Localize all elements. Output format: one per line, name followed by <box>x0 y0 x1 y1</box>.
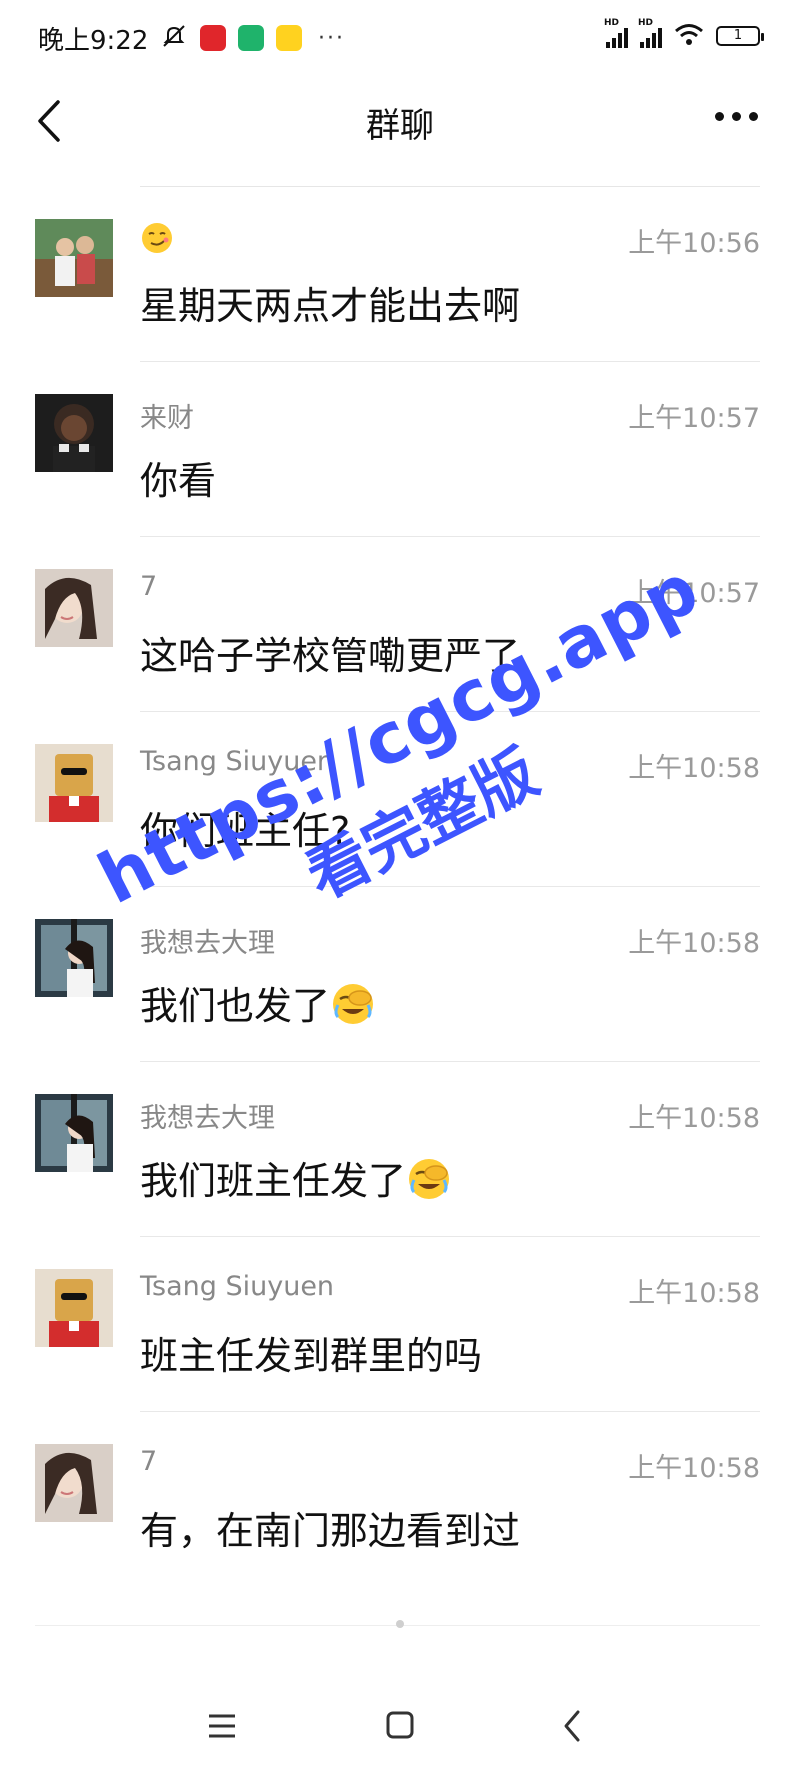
message-item[interactable]: 7 上午10:58 有，在南门那边看到过 <box>0 1412 800 1587</box>
avatar[interactable] <box>35 569 113 647</box>
message-time: 上午10:58 <box>628 928 760 959</box>
avatar[interactable] <box>35 1444 113 1522</box>
message-text: 星期天两点才能出去啊 <box>140 284 521 328</box>
message-time: 上午10:58 <box>628 1453 760 1484</box>
message-list[interactable]: 上午10:56 星期天两点才能出去啊 来财 上午10:57 你看 7 上午10:… <box>0 187 800 1587</box>
smirk-emoji-icon <box>140 221 174 262</box>
sender-name: 我想去大理 <box>140 1103 275 1134</box>
message-time: 上午10:57 <box>628 403 760 434</box>
wifi-icon <box>674 22 704 50</box>
message-text-body: 我们也发了 <box>140 984 331 1028</box>
more-notifications-icon: ··· <box>318 25 345 51</box>
home-icon[interactable] <box>375 1704 425 1748</box>
status-system-icons: HD HD 1 <box>604 18 764 50</box>
sender-name: 7 <box>140 1446 158 1477</box>
message-item[interactable]: Tsang Siuyuen 上午10:58 你们班主任? <box>0 712 800 887</box>
chat-title: 群聊 <box>366 106 434 146</box>
sender-name: Tsang Siuyuen <box>140 1271 335 1302</box>
message-text: 班主任发到群里的吗 <box>140 1334 483 1378</box>
message-time: 上午10:58 <box>628 753 760 784</box>
taobao-app-icon <box>200 25 226 51</box>
chat-header: 群聊 <box>0 72 800 172</box>
scroll-indicator <box>396 1620 404 1628</box>
facepalm-laugh-emoji-icon <box>406 1156 452 1211</box>
battery-icon: 1 <box>716 26 764 46</box>
avatar[interactable] <box>35 394 113 472</box>
message-time: 上午10:58 <box>628 1278 760 1309</box>
message-item[interactable]: Tsang Siuyuen 上午10:58 班主任发到群里的吗 <box>0 1237 800 1412</box>
message-text: 我们班主任发了 <box>140 1150 452 1211</box>
message-time: 上午10:57 <box>628 578 760 609</box>
message-item[interactable]: 上午10:56 星期天两点才能出去啊 <box>0 187 800 362</box>
signal-icon: HD <box>604 18 628 48</box>
message-text: 这哈子学校管嘞更严了 <box>140 634 521 678</box>
message-time: 上午10:58 <box>628 1103 760 1134</box>
sender-name: 7 <box>140 571 158 602</box>
signal-icon-2: HD <box>638 18 662 48</box>
menu-icon[interactable] <box>197 1704 247 1748</box>
avatar[interactable] <box>35 219 113 297</box>
avatar[interactable] <box>35 1269 113 1347</box>
message-text: 有，在南门那边看到过 <box>140 1509 521 1553</box>
avatar[interactable] <box>35 744 113 822</box>
message-text: 你们班主任? <box>140 809 351 853</box>
status-time: 晚上9:22 <box>38 26 149 56</box>
mute-icon <box>160 22 188 54</box>
message-item[interactable]: 7 上午10:57 这哈子学校管嘞更严了 <box>0 537 800 712</box>
status-bar: 晚上9:22 ··· HD HD 1 <box>0 0 800 72</box>
message-item[interactable]: 我想去大理 上午10:58 我们班主任发了 <box>0 1062 800 1237</box>
avatar[interactable] <box>35 1094 113 1172</box>
message-time: 上午10:56 <box>628 228 760 259</box>
message-item[interactable]: 来财 上午10:57 你看 <box>0 362 800 537</box>
sender-name <box>140 221 174 262</box>
sender-name: 我想去大理 <box>140 928 275 959</box>
status-notification-icons: ··· <box>160 22 345 54</box>
sender-name: Tsang Siuyuen <box>140 746 335 777</box>
shield-app-icon <box>238 25 264 51</box>
meituan-app-icon <box>276 25 302 51</box>
facepalm-laugh-emoji-icon <box>330 981 376 1036</box>
avatar[interactable] <box>35 919 113 997</box>
system-navigation-bar <box>0 1690 800 1778</box>
system-back-icon[interactable] <box>548 1704 598 1748</box>
message-text-body: 我们班主任发了 <box>140 1159 407 1203</box>
message-text: 你看 <box>140 459 217 503</box>
message-text: 我们也发了 <box>140 975 376 1036</box>
sender-name: 来财 <box>140 403 194 434</box>
more-options-icon[interactable] <box>715 112 758 121</box>
message-item[interactable]: 我想去大理 上午10:58 我们也发了 <box>0 887 800 1062</box>
